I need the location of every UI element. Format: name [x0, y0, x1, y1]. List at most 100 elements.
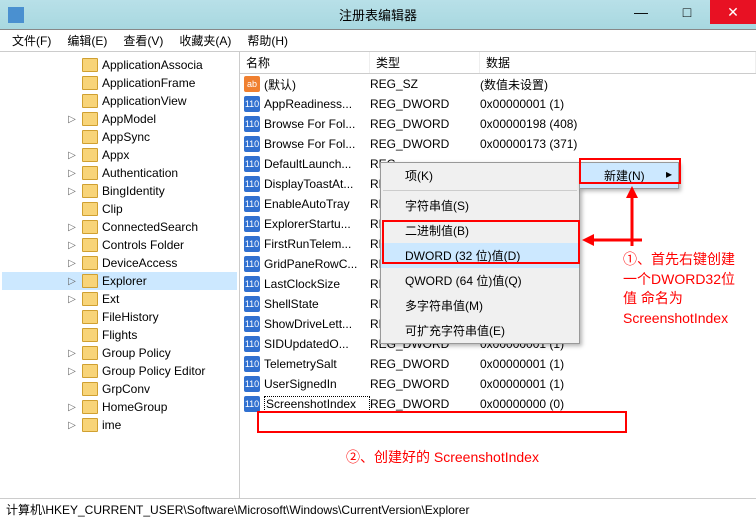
app-icon — [8, 7, 24, 23]
list-row[interactable]: 110Browse For Fol...REG_DWORD0x00000173 … — [240, 134, 756, 154]
expand-icon[interactable]: ▷ — [66, 240, 78, 251]
folder-icon — [82, 292, 98, 306]
tree-item[interactable]: ApplicationFrame — [2, 74, 237, 92]
expand-icon[interactable]: ▷ — [66, 420, 78, 431]
list-panel: 名称 类型 数据 ab(默认)REG_SZ(数值未设置)110AppReadin… — [240, 52, 756, 498]
expand-icon[interactable]: ▷ — [66, 222, 78, 233]
value-name: ExplorerStartu... — [264, 217, 370, 231]
value-data: 0x00000173 (371) — [480, 137, 756, 151]
tree-label: Explorer — [102, 274, 147, 288]
list-row[interactable]: 110ScreenshotIndexREG_DWORD0x00000000 (0… — [240, 394, 756, 414]
folder-icon — [82, 382, 98, 396]
tree-label: Clip — [102, 202, 123, 216]
tree-item[interactable]: ▷Authentication — [2, 164, 237, 182]
expand-icon[interactable]: ▷ — [66, 366, 78, 377]
expand-icon[interactable]: ▷ — [66, 168, 78, 179]
minimize-button[interactable]: — — [618, 0, 664, 24]
expand-icon[interactable]: ▷ — [66, 150, 78, 161]
value-data: 0x00000000 (0) — [480, 397, 756, 411]
value-name: LastClockSize — [264, 277, 370, 291]
menu-file[interactable]: 文件(F) — [4, 30, 59, 51]
value-name: DisplayToastAt... — [264, 177, 370, 191]
list-row[interactable]: 110AppReadiness...REG_DWORD0x00000001 (1… — [240, 94, 756, 114]
col-data[interactable]: 数据 — [480, 52, 756, 73]
expand-icon[interactable]: ▷ — [66, 186, 78, 197]
expand-icon[interactable]: ▷ — [66, 402, 78, 413]
tree-panel[interactable]: ApplicationAssocia ApplicationFrame Applic… — [0, 52, 240, 498]
value-name: UserSignedIn — [264, 377, 370, 391]
list-row[interactable]: 110UserSignedInREG_DWORD0x00000001 (1) — [240, 374, 756, 394]
value-icon: 110 — [244, 116, 260, 132]
expand-icon[interactable]: ▷ — [66, 258, 78, 269]
maximize-button[interactable]: □ — [664, 0, 710, 24]
tree-item[interactable]: ▷Ext — [2, 290, 237, 308]
value-name: EnableAutoTray — [264, 197, 370, 211]
context-submenu: 项(K) 字符串值(S) 二进制值(B) DWORD (32 位)值(D) QW… — [380, 162, 580, 344]
ctx-string[interactable]: 字符串值(S) — [381, 193, 579, 218]
value-data: 0x00000001 (1) — [480, 357, 756, 371]
tree-label: ApplicationView — [102, 94, 187, 108]
value-icon: 110 — [244, 96, 260, 112]
tree-item[interactable]: GrpConv — [2, 380, 237, 398]
tree-label: ConnectedSearch — [102, 220, 198, 234]
context-menu-new: 新建(N)▸ — [579, 162, 679, 189]
value-name: Browse For Fol... — [264, 117, 370, 131]
tree-item[interactable]: ApplicationView — [2, 92, 237, 110]
expand-icon[interactable]: ▷ — [66, 114, 78, 125]
tree-label: Group Policy — [102, 346, 171, 360]
menubar: 文件(F) 编辑(E) 查看(V) 收藏夹(A) 帮助(H) — [0, 30, 756, 52]
value-data: 0x00000198 (408) — [480, 117, 756, 131]
folder-icon — [82, 112, 98, 126]
list-row[interactable]: 110Browse For Fol...REG_DWORD0x00000198 … — [240, 114, 756, 134]
tree-label: ApplicationAssocia — [102, 58, 203, 72]
folder-icon — [82, 400, 98, 414]
tree-item[interactable]: Flights — [2, 326, 237, 344]
tree-item[interactable]: ▷ BingIdentity — [2, 182, 237, 200]
value-data: 0x00000001 (1) — [480, 97, 756, 111]
tree-label: DeviceAccess — [102, 256, 177, 270]
ctx-dword[interactable]: DWORD (32 位)值(D) — [381, 243, 579, 268]
tree-item[interactable]: ▷ Explorer — [2, 272, 237, 290]
menu-edit[interactable]: 编辑(E) — [59, 30, 115, 51]
col-name[interactable]: 名称 — [240, 52, 370, 73]
close-button[interactable]: ✕ — [710, 0, 756, 24]
expand-icon[interactable]: ▷ — [66, 276, 78, 287]
content: ApplicationAssocia ApplicationFrame Applic… — [0, 52, 756, 498]
menu-view[interactable]: 查看(V) — [115, 30, 171, 51]
value-name: SIDUpdatedO... — [264, 337, 370, 351]
list-row[interactable]: 110TelemetrySaltREG_DWORD0x00000001 (1) — [240, 354, 756, 374]
tree-item[interactable]: ▷Appx — [2, 146, 237, 164]
list-row[interactable]: ab(默认)REG_SZ(数值未设置) — [240, 74, 756, 94]
expand-icon[interactable]: ▷ — [66, 294, 78, 305]
tree-label: BingIdentity — [102, 184, 165, 198]
ctx-multi[interactable]: 多字符串值(M) — [381, 293, 579, 318]
tree-item[interactable]: AppSync — [2, 128, 237, 146]
ctx-binary[interactable]: 二进制值(B) — [381, 218, 579, 243]
tree-item[interactable]: Clip — [2, 200, 237, 218]
folder-icon — [82, 418, 98, 432]
tree-item[interactable]: ▷ime — [2, 416, 237, 434]
tree-item[interactable]: ▷HomeGroup — [2, 398, 237, 416]
value-name: TelemetrySalt — [264, 357, 370, 371]
chevron-right-icon: ▸ — [666, 167, 672, 181]
menu-fav[interactable]: 收藏夹(A) — [171, 30, 239, 51]
ctx-qword[interactable]: QWORD (64 位)值(Q) — [381, 268, 579, 293]
ctx-new[interactable]: 新建(N)▸ — [580, 163, 678, 188]
tree-item[interactable]: ApplicationAssocia — [2, 56, 237, 74]
tree-item[interactable]: ▷AppModel — [2, 110, 237, 128]
tree-item[interactable]: ▷ DeviceAccess — [2, 254, 237, 272]
ctx-key[interactable]: 项(K) — [381, 163, 579, 188]
value-icon: 110 — [244, 156, 260, 172]
menu-help[interactable]: 帮助(H) — [239, 30, 296, 51]
value-name: ShellState — [264, 297, 370, 311]
tree-item[interactable]: ▷ ConnectedSearch — [2, 218, 237, 236]
tree-item[interactable]: ▷ Group Policy — [2, 344, 237, 362]
ctx-expand[interactable]: 可扩充字符串值(E) — [381, 318, 579, 343]
expand-icon[interactable]: ▷ — [66, 348, 78, 359]
value-name: (默认) — [264, 76, 370, 93]
tree-item[interactable]: ▷Controls Folder — [2, 236, 237, 254]
tree-item[interactable]: FileHistory — [2, 308, 237, 326]
col-type[interactable]: 类型 — [370, 52, 480, 73]
tree-item[interactable]: ▷Group Policy Editor — [2, 362, 237, 380]
folder-icon — [82, 148, 98, 162]
